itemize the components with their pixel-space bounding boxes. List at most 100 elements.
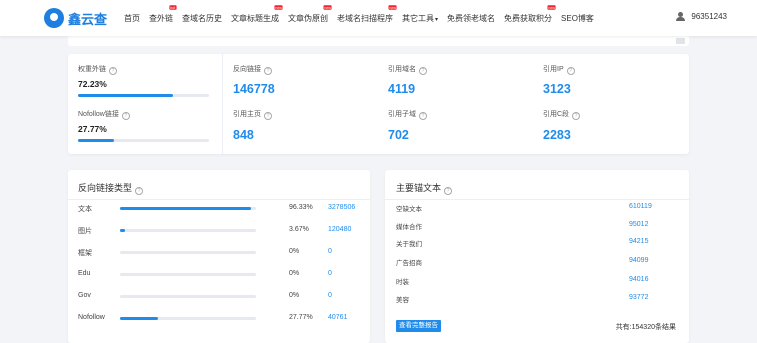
anchor-row: 时装 94016 [385, 276, 689, 288]
menu-item-home[interactable]: 首页 [124, 13, 140, 24]
anchor-count[interactable]: 94215 [629, 238, 648, 245]
divider [385, 199, 689, 200]
anchor-count[interactable]: 94099 [629, 257, 648, 264]
nofollow-links-bar-fill [78, 139, 115, 142]
divider [68, 199, 370, 200]
menu-item-seo-blog[interactable]: SEO博客 [561, 13, 594, 24]
link-type-pct: 3.67% [289, 226, 309, 233]
help-icon[interactable]: ? [109, 67, 117, 75]
help-icon[interactable]: ? [566, 67, 575, 75]
anchor-count[interactable]: 94016 [629, 276, 648, 283]
total-results: 共有:154320条结果 [615, 324, 676, 331]
weight-links-label: 权重外链? [78, 64, 117, 75]
search-strip [68, 36, 689, 46]
anchor-row: 媒体合作 95012 [385, 221, 689, 233]
anchor-count[interactable]: 610119 [629, 203, 652, 210]
ref-ips-label: 引用IP? [543, 64, 575, 75]
menu-badge: new [388, 4, 397, 10]
help-icon[interactable]: ? [135, 187, 144, 195]
anchor-name: 时装 [396, 279, 409, 286]
logo-icon [44, 8, 64, 28]
anchor-name: 关于我们 [396, 241, 422, 248]
anchor-row: 美容 93772 [385, 294, 689, 306]
anchor-name: 美容 [396, 297, 409, 304]
title-text: 主要锚文本 [396, 183, 442, 193]
ref-c-class-value[interactable]: 2283 [543, 128, 571, 142]
menu-item-other-tools[interactable]: 其它工具▾ [402, 13, 438, 24]
help-icon[interactable]: ? [419, 67, 427, 75]
link-type-count[interactable]: 40761 [328, 314, 347, 321]
title-text: 反向链接类型 [78, 183, 133, 193]
help-icon[interactable]: ? [419, 112, 427, 120]
link-type-row: Edu 0% 0 [68, 270, 370, 284]
ref-subdomains-value[interactable]: 702 [388, 128, 409, 142]
link-type-count[interactable]: 0 [328, 292, 332, 299]
menu-badge: new [547, 4, 556, 10]
label-text: 反向链接 [233, 66, 261, 73]
link-ratio-panel: 权重外链? 72.23% Nofollow链接? 27.77% [68, 54, 223, 154]
link-type-bar [120, 317, 256, 320]
menu-item-title-generator[interactable]: 文章标题生成 new [231, 4, 283, 24]
ref-domains-value[interactable]: 4119 [388, 82, 415, 96]
menu-item-domain-history[interactable]: 查域名历史 [182, 13, 222, 24]
link-type-name: Gov [78, 292, 91, 299]
menu-label: 老域名扫描程序 [337, 13, 393, 23]
link-type-pct: 96.33% [289, 204, 313, 211]
link-type-count[interactable]: 0 [328, 248, 332, 255]
menu-label: 查域名历史 [182, 13, 222, 23]
top-nav: 鑫云查 首页 查外链 hot 查域名历史 文章标题生成 new 文章伪原创 new 老… [0, 0, 757, 36]
weight-links-pct: 72.23% [78, 79, 107, 89]
anchor-name: 空缺文本 [396, 206, 422, 213]
label-text: 引用子域 [388, 111, 416, 118]
link-type-count[interactable]: 0 [328, 270, 332, 277]
menu-item-free-domains[interactable]: 免费领老域名 [447, 13, 495, 24]
label-text: 引用域名 [388, 66, 416, 73]
help-icon[interactable]: ? [264, 67, 272, 75]
anchor-count[interactable]: 95012 [629, 221, 648, 228]
logo-text: 鑫云查 [68, 11, 108, 27]
link-type-name: Nofollow [78, 314, 105, 321]
menu-item-backlinks[interactable]: 查外链 hot [149, 4, 177, 24]
menu-label: 首页 [124, 13, 140, 23]
ref-subdomains-label: 引用子域? [388, 109, 427, 120]
full-report-button[interactable]: 查看完整报告 [396, 320, 441, 332]
menu-badge: new [323, 4, 332, 10]
weight-links-bar-fill [78, 94, 173, 97]
link-type-row: Nofollow 27.77% 40761 [68, 314, 370, 328]
label-text: 引用IP [543, 66, 564, 73]
help-icon[interactable]: ? [444, 187, 453, 195]
link-type-row: 文本 96.33% 3278506 [68, 204, 370, 218]
help-icon[interactable]: ? [264, 112, 272, 120]
ref-ips-value[interactable]: 3123 [543, 82, 571, 96]
label-text: 权重外链 [78, 66, 106, 73]
caret-down-icon: ▾ [435, 16, 439, 23]
anchor-row: 空缺文本 610119 [385, 203, 689, 215]
link-type-bar-fill [120, 229, 125, 232]
link-type-count[interactable]: 3278506 [328, 204, 355, 211]
menu-item-free-points[interactable]: 免费获取积分 new [504, 4, 556, 24]
menu-label: 免费领老域名 [447, 13, 496, 23]
link-type-bar [120, 207, 256, 210]
link-type-count[interactable]: 120480 [328, 226, 351, 233]
collapse-icon[interactable] [676, 38, 685, 44]
weight-links-bar [78, 94, 209, 97]
backlinks-label: 反向链接? [233, 64, 272, 75]
ref-pages-value[interactable]: 848 [233, 128, 254, 142]
menu-item-rewrite[interactable]: 文章伪原创 new [288, 4, 332, 24]
main-menu: 首页 查外链 hot 查域名历史 文章标题生成 new 文章伪原创 new 老域名扫描… [124, 0, 603, 36]
help-icon[interactable]: ? [121, 112, 130, 120]
menu-item-domain-scanner[interactable]: 老域名扫描程序 new [337, 4, 397, 24]
link-type-row: Gov 0% 0 [68, 292, 370, 306]
stats-card: 权重外链? 72.23% Nofollow链接? 27.77% 反向链接? 14… [68, 54, 689, 154]
menu-label: 其它工具 [402, 13, 434, 23]
link-type-bar [120, 295, 256, 298]
backlinks-value[interactable]: 146778 [233, 82, 275, 96]
anchor-row: 关于我们 94215 [385, 238, 689, 250]
user-account[interactable]: 96351243 [676, 12, 727, 21]
link-type-name: 文本 [78, 206, 92, 213]
help-icon[interactable]: ? [572, 112, 581, 120]
link-type-name: Edu [78, 270, 91, 277]
link-type-row: 图片 3.67% 120480 [68, 226, 370, 240]
logo[interactable]: 鑫云查 [44, 8, 107, 28]
anchor-count[interactable]: 93772 [629, 294, 648, 301]
